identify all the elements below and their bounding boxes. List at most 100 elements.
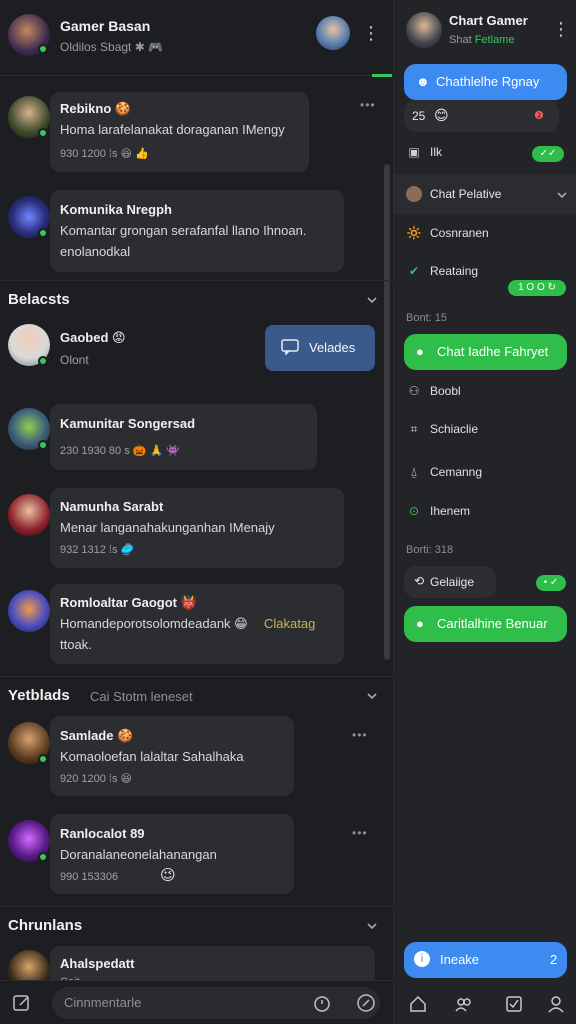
message-bubble[interactable]: Namunha Sarabt Menar langanahakunganhan …	[50, 488, 344, 568]
emoji-reaction[interactable]: 😉	[160, 866, 176, 884]
panel-title: Chart Gamer	[449, 13, 528, 28]
user-avatar[interactable]	[406, 12, 442, 48]
list-subheader: Borti: 318	[406, 544, 454, 556]
chevron-down-icon[interactable]	[366, 690, 378, 702]
button-label: Ineake	[440, 952, 480, 967]
side-panel: Chart Gamer Shat Fetlame ⋮ ☻ Chathlelhe …	[393, 0, 576, 1024]
chevron-down-icon[interactable]	[366, 920, 378, 932]
message-meta: 932 1312 ⁞s 🥏	[60, 544, 135, 556]
online-indicator	[38, 440, 48, 450]
profile-avatar[interactable]	[316, 16, 350, 50]
users-icon: ⚇	[408, 384, 420, 398]
message-text: Komaoloefan lalaltar Sahalhaka	[60, 749, 244, 764]
group-header[interactable]: Chat Pelative	[394, 174, 576, 214]
active-tab-indicator	[372, 74, 392, 77]
chat-action-button[interactable]: ● Chat Iadhe Fahryet	[404, 334, 567, 370]
sender-name: Komunika Nregph	[60, 202, 172, 217]
count-badge: ❷	[534, 110, 544, 122]
message-bubble[interactable]: Kamunitar Songersad 230 1930 80 s 🎃 🙏 👾	[50, 404, 317, 470]
item-label: Cosnranen	[430, 226, 489, 240]
online-indicator	[38, 44, 48, 54]
chat-header: Gamer Basan Oldilos Sbagt ✱ 🎮 ⋮	[0, 0, 393, 77]
message-text: Homa larafelanakat doraganan IMengy	[60, 122, 285, 137]
section-header[interactable]: Belacsts	[0, 280, 393, 318]
tag-icon: ⟲	[414, 574, 425, 588]
chat-button[interactable]: ☻ Chathlelhe Rgnay	[404, 64, 567, 100]
list-item[interactable]: ⚇ Boobl	[406, 384, 461, 398]
velades-button[interactable]: Velades	[265, 325, 375, 371]
more-icon[interactable]: •••	[360, 98, 376, 112]
avatar[interactable]	[8, 590, 50, 632]
edit-icon[interactable]	[12, 993, 32, 1013]
group-icon[interactable]	[454, 994, 474, 1014]
image-icon: ▣	[408, 145, 420, 159]
subtitle-prefix: Shat	[449, 34, 472, 46]
section-title: Yetblads	[8, 687, 70, 704]
chevron-down-icon[interactable]	[556, 189, 568, 201]
section-header[interactable]: Yetblads Cai Stotm leneset	[0, 676, 393, 714]
info-icon: i	[414, 951, 430, 967]
online-indicator	[38, 228, 48, 238]
list-item[interactable]: 🔆 Cosnranen	[406, 226, 489, 240]
section-title: Chrunlans	[8, 917, 83, 934]
home-icon[interactable]	[408, 994, 428, 1014]
more-options-icon[interactable]: ⋮	[362, 22, 380, 44]
list-subheader: Bont: 15	[406, 312, 447, 324]
scrollbar[interactable]	[384, 164, 390, 660]
message-text-line2: enolanodkal	[60, 244, 131, 259]
list-item[interactable]: ▣ Ilk	[406, 145, 442, 159]
more-icon[interactable]: •••	[352, 728, 368, 742]
button-label: Velades	[309, 340, 356, 355]
sender-name: Kamunitar Songersad	[60, 416, 196, 431]
summary-card[interactable]: 25 😊 ❷	[404, 100, 559, 132]
chat-icon: ☻	[416, 74, 430, 89]
message-meta: 230 1930 80 s 🎃 🙏 👾	[60, 445, 180, 457]
sender-name: Ahalspedatt	[60, 956, 135, 971]
message-bubble[interactable]: Ranlocalot 89 Doranalaneonelahanangan 99…	[50, 814, 294, 894]
calendar-icon: ⌗	[410, 422, 418, 436]
status-text: Olont	[60, 353, 89, 367]
sender-name: Rebikno 🍪	[60, 101, 132, 116]
status-badge: • ✓	[536, 575, 566, 591]
list-item[interactable]: ⊙ Ihenem	[406, 504, 470, 518]
sender-name: Namunha Sarabt	[60, 499, 164, 514]
profile-icon[interactable]	[546, 994, 566, 1014]
section-header[interactable]: Chrunlans	[0, 906, 393, 944]
list-item[interactable]: ⍙ Cemanng	[406, 465, 482, 480]
list-item[interactable]: ✔ Reataing	[406, 264, 478, 278]
sender-name: Romloaltar Gaogot 👹	[60, 595, 197, 610]
panel-subtitle: Shat Fetlame	[449, 34, 514, 46]
message-bubble[interactable]: Samlade 🍪 Komaoloefan lalaltar Sahalhaka…	[50, 716, 294, 796]
more-options-icon[interactable]: ⋮	[552, 18, 570, 40]
message-composer: Cinnmentarle	[0, 980, 393, 1024]
count-badge: 2	[550, 952, 558, 967]
status-text: Fetlame	[474, 34, 515, 46]
filter-pill[interactable]: ⟲ Gelaiige	[404, 566, 496, 598]
check-icon: ✔	[408, 264, 420, 278]
chat-subtitle: Oldilos Sbagt ✱ 🎮	[60, 40, 164, 54]
message-bubble[interactable]: Romloaltar Gaogot 👹 Homandeporotsolomdea…	[50, 584, 344, 664]
message-bubble[interactable]: Rebikno 🍪 Homa larafelanakat doraganan I…	[50, 92, 309, 172]
status-badge: ✓✓	[532, 146, 564, 162]
group-avatar	[406, 186, 422, 202]
message-text: Komantar grongan serafanfal llano Ihnoan…	[60, 223, 307, 238]
bottom-action-button[interactable]: i Ineake 2	[404, 942, 567, 978]
list-item[interactable]: ⌗ Schiaclie	[406, 422, 478, 437]
chat-title: Gamer Basan	[60, 18, 151, 34]
status-badge: 1 O O ↻	[508, 280, 566, 296]
chat-icon: ●	[416, 616, 424, 631]
pill-label: Gelaiige	[430, 575, 475, 589]
primary-action-button[interactable]: ● Caritlalhine Benuar	[404, 606, 567, 642]
sender-name: Gaobed 😡	[60, 330, 126, 345]
button-label: Chat Iadhe Fahryet	[437, 344, 549, 359]
send-icon[interactable]	[356, 993, 376, 1013]
message-text: Homandeporotsolomdeadank 😁	[60, 616, 248, 631]
chat-list-panel: Gamer Basan Oldilos Sbagt ✱ 🎮 ⋮ Rebikno …	[0, 0, 393, 1024]
task-icon[interactable]	[504, 994, 524, 1014]
timer-icon[interactable]	[312, 993, 332, 1013]
bottom-navigation	[394, 984, 576, 1024]
avatar[interactable]	[8, 494, 50, 536]
more-icon[interactable]: •••	[352, 826, 368, 840]
chevron-down-icon[interactable]	[366, 294, 378, 306]
message-bubble[interactable]: Komunika Nregph Komantar grongan serafan…	[50, 190, 344, 272]
